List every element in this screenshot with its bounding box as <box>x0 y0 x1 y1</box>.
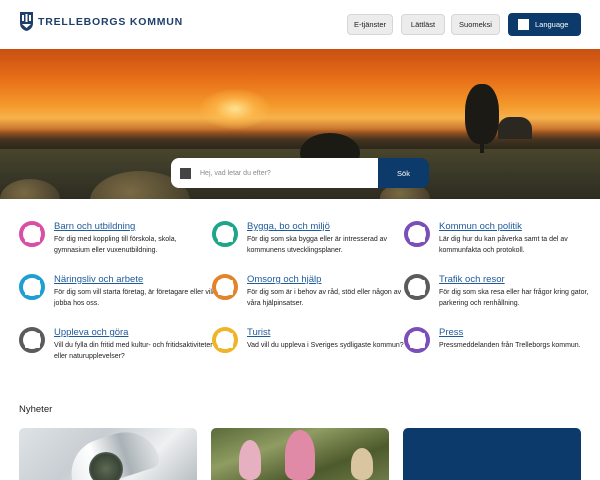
news-image-child <box>351 448 373 480</box>
search-placeholder: Hej, vad letar du efter? <box>200 169 271 177</box>
category-title[interactable]: Uppleva och göra <box>54 327 128 338</box>
search-bar: Hej, vad letar du efter? Sök <box>171 158 429 188</box>
crest-icon <box>20 12 33 31</box>
hero-tree <box>465 84 499 144</box>
category-icon <box>404 327 430 353</box>
category-title[interactable]: Omsorg och hjälp <box>247 274 321 285</box>
language-label: Language <box>535 20 569 29</box>
site-logo[interactable]: TRELLEBORGS KOMMUN <box>19 11 183 32</box>
news-card[interactable] <box>19 428 197 480</box>
e-tjanster-button[interactable]: E-tjänster <box>347 14 393 35</box>
news-card[interactable] <box>211 428 389 480</box>
news-card[interactable] <box>403 428 581 480</box>
news-image-child <box>239 440 261 480</box>
category-title[interactable]: Press <box>439 327 463 338</box>
category-desc: För dig som vill starta företag, är före… <box>54 289 214 307</box>
category-desc: Vill du fylla din fritid med kultur- och… <box>54 342 213 360</box>
hero-barn <box>498 117 532 139</box>
category-title[interactable]: Bygga, bo och miljö <box>247 221 330 232</box>
language-icon <box>518 19 529 30</box>
category-icon <box>404 221 430 247</box>
logo-text: TRELLEBORGS KOMMUN <box>38 15 184 28</box>
category-desc: För dig som ska bygga eller är intresser… <box>247 236 388 254</box>
category-desc: För dig som ska resa eller har frågor kr… <box>439 289 589 307</box>
category-title[interactable]: Trafik och resor <box>439 274 505 285</box>
category-icon <box>404 274 430 300</box>
category-desc: Vad vill du uppleva i Sveriges sydligast… <box>247 342 404 349</box>
hero-banner: Hej, vad letar du efter? Sök <box>0 49 600 199</box>
category-title[interactable]: Turist <box>247 327 270 338</box>
category-icon <box>212 274 238 300</box>
lattlast-button[interactable]: Lättläst <box>401 14 445 35</box>
category-desc: Lär dig hur du kan påverka samt ta del a… <box>439 236 568 254</box>
category-icon <box>212 327 238 353</box>
site-header: TRELLEBORGS KOMMUN E-tjänster Lättläst S… <box>0 0 600 49</box>
category-title[interactable]: Barn och utbildning <box>54 221 135 232</box>
category-title[interactable]: Näringsliv och arbete <box>54 274 143 285</box>
category-desc: För dig med koppling till förskola, skol… <box>54 236 177 254</box>
category-desc: Pressmeddelanden från Trelleborgs kommun… <box>439 342 581 349</box>
hero-tree-trunk <box>480 141 484 153</box>
news-image-can-top <box>89 452 123 480</box>
news-image-child <box>285 430 315 480</box>
category-desc: För dig som är i behov av råd, stöd elle… <box>247 289 402 307</box>
search-button[interactable]: Sök <box>378 158 429 188</box>
category-icon <box>19 274 45 300</box>
search-icon <box>180 167 191 179</box>
suomeksi-button[interactable]: Suomeksi <box>451 14 500 35</box>
category-icon <box>212 221 238 247</box>
news-heading: Nyheter <box>19 404 53 415</box>
category-title[interactable]: Kommun och politik <box>439 221 522 232</box>
search-input[interactable]: Hej, vad letar du efter? <box>171 158 378 188</box>
category-icon <box>19 327 45 353</box>
language-button[interactable]: Language <box>508 13 581 36</box>
hero-sun <box>200 89 270 129</box>
category-icon <box>19 221 45 247</box>
